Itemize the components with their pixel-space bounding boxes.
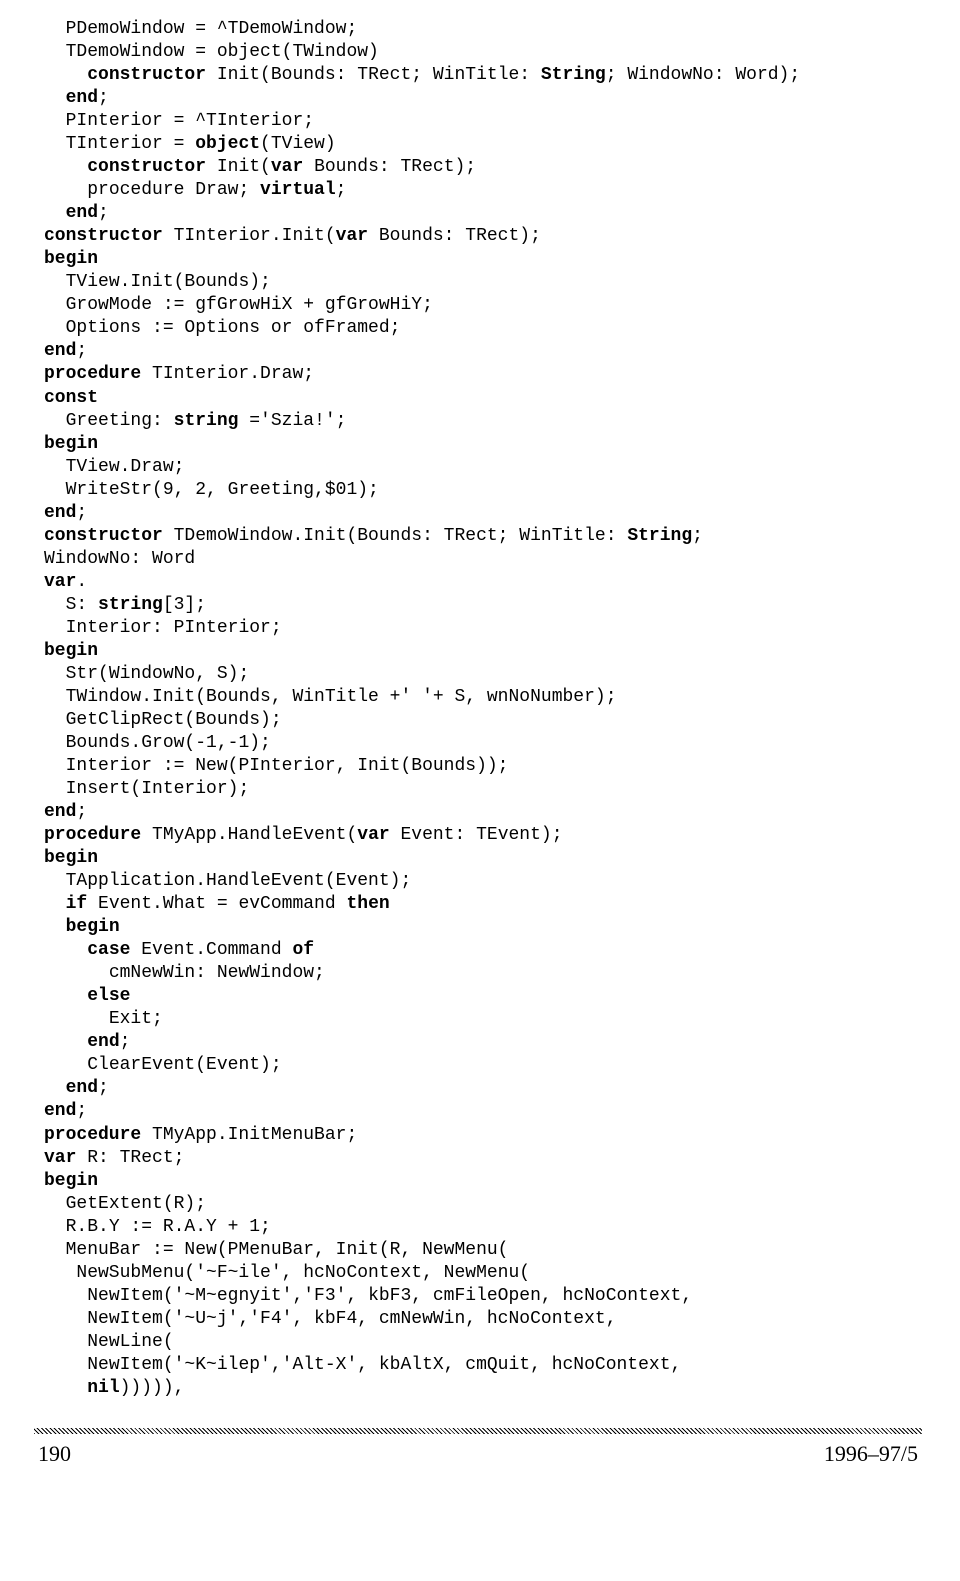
code-line: R.B.Y := R.A.Y + 1; [44,1217,271,1237]
separator-rule [34,1428,922,1434]
code-line: NewItem('~U~j','F4', kbF4, cmNewWin, hcN… [44,1309,617,1329]
page: PDemoWindow = ^TDemoWindow; TDemoWindow … [0,0,960,1581]
code-line: nil))))), [44,1378,184,1398]
code-line: PDemoWindow = ^TDemoWindow; [44,19,357,39]
code-line: end; [44,1032,130,1052]
code-line: GrowMode := gfGrowHiX + gfGrowHiY; [44,295,433,315]
code-listing: PDemoWindow = ^TDemoWindow; TDemoWindow … [44,18,922,1400]
code-line: NewLine( [44,1332,174,1352]
code-line: procedure TMyApp.InitMenuBar; [44,1125,357,1145]
code-line: begin [44,249,98,269]
code-line: constructor Init(var Bounds: TRect); [44,157,476,177]
code-line: NewSubMenu('~F~ile', hcNoContext, NewMen… [44,1263,530,1283]
code-line: cmNewWin: NewWindow; [44,963,325,983]
code-line: begin [44,1171,98,1191]
code-line: var R: TRect; [44,1148,184,1168]
code-line: end; [44,1101,87,1121]
code-line: procedure TMyApp.HandleEvent(var Event: … [44,825,563,845]
code-line: Interior: PInterior; [44,618,282,638]
code-line: begin [44,434,98,454]
code-line: TApplication.HandleEvent(Event); [44,871,411,891]
code-line: Str(WindowNo, S); [44,664,249,684]
code-line: MenuBar := New(PMenuBar, Init(R, NewMenu… [44,1240,508,1260]
code-line: procedure Draw; virtual; [44,180,346,200]
code-line: constructor TInterior.Init(var Bounds: T… [44,226,541,246]
page-number: 190 [38,1440,71,1468]
code-line: end; [44,503,87,523]
code-line: else [44,986,130,1006]
code-line: Bounds.Grow(-1,-1); [44,733,271,753]
code-line: Exit; [44,1009,163,1029]
code-line: TInterior = object(TView) [44,134,336,154]
code-line: TView.Init(Bounds); [44,272,271,292]
code-line: Greeting: string ='Szia!'; [44,411,346,431]
code-line: constructor Init(Bounds: TRect; WinTitle… [44,65,800,85]
code-line: TView.Draw; [44,457,184,477]
code-line: if Event.What = evCommand then [44,894,390,914]
code-line: WindowNo: Word [44,549,195,569]
code-line: const [44,388,98,408]
code-line: end; [44,203,109,223]
code-line: end; [44,341,87,361]
code-line: WriteStr(9, 2, Greeting,$01); [44,480,379,500]
code-line: Insert(Interior); [44,779,249,799]
code-line: end; [44,1078,109,1098]
code-line: Interior := New(PInterior, Init(Bounds))… [44,756,508,776]
code-line: begin [44,641,98,661]
code-line: GetExtent(R); [44,1194,206,1214]
code-line: begin [44,917,120,937]
code-line: case Event.Command of [44,940,314,960]
code-line: NewItem('~K~ilep','Alt-X', kbAltX, cmQui… [44,1355,681,1375]
code-line: var. [44,572,87,592]
page-footer: 190 1996–97/5 [34,1440,922,1468]
code-line: TWindow.Init(Bounds, WinTitle +' '+ S, w… [44,687,617,707]
code-line: NewItem('~M~egnyit','F3', kbF3, cmFileOp… [44,1286,692,1306]
code-line: S: string[3]; [44,595,206,615]
code-line: end; [44,802,87,822]
code-line: GetClipRect(Bounds); [44,710,282,730]
code-line: procedure TInterior.Draw; [44,364,314,384]
code-line: ClearEvent(Event); [44,1055,282,1075]
issue-number: 1996–97/5 [824,1440,918,1468]
code-line: Options := Options or ofFramed; [44,318,400,338]
code-line: PInterior = ^TInterior; [44,111,314,131]
code-line: begin [44,848,98,868]
code-line: TDemoWindow = object(TWindow) [44,42,379,62]
code-line: constructor TDemoWindow.Init(Bounds: TRe… [44,526,703,546]
code-line: end; [44,88,109,108]
